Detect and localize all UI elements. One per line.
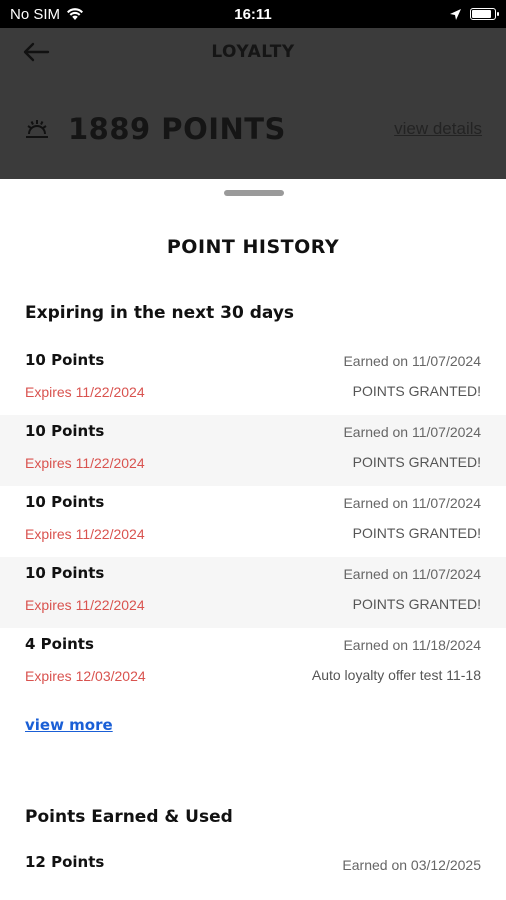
view-more-link[interactable]: view more: [25, 716, 113, 734]
entry-expires-date: Expires 11/22/2024: [25, 526, 145, 542]
entry-earned-date: Earned on 11/18/2024: [343, 637, 481, 653]
loyalty-header: LOYALTY 1889 POINTS view details: [0, 28, 506, 179]
expiring-section-title: Expiring in the next 30 days: [25, 303, 295, 323]
battery-fill: [472, 10, 491, 18]
points-balance: 1889 POINTS: [68, 112, 286, 146]
entry-expires-date: Expires 11/22/2024: [25, 384, 145, 400]
sheet-title: POINT HISTORY: [166, 236, 340, 258]
entry-points: 12 Points: [25, 853, 105, 871]
list-item: 10 Points Earned on 11/07/2024 Expires 1…: [0, 486, 506, 557]
entry-earned-date: Earned on 11/07/2024: [343, 495, 481, 511]
point-history-sheet: POINT HISTORY Expiring in the next 30 da…: [0, 179, 506, 900]
entry-earned-date: Earned on 11/07/2024: [343, 424, 481, 440]
sheet-drag-handle[interactable]: [224, 190, 284, 196]
entry-note: POINTS GRANTED!: [352, 525, 481, 541]
entry-earned-date: Earned on 11/07/2024: [343, 566, 481, 582]
page-title: LOYALTY: [211, 42, 295, 62]
entry-note: Auto loyalty offer test 11-18: [311, 667, 481, 683]
list-item: 10 Points Earned on 11/07/2024 Expires 1…: [0, 344, 506, 415]
list-item: 4 Points Earned on 11/18/2024 Expires 12…: [0, 628, 506, 699]
battery-icon: [470, 8, 499, 20]
entry-expires-date: Expires 12/03/2024: [25, 668, 146, 684]
list-item: 10 Points Earned on 11/07/2024 Expires 1…: [0, 415, 506, 486]
clock: 16:11: [234, 5, 272, 23]
wifi-icon: [67, 8, 84, 20]
list-item: 12 Points Earned on 03/12/2025: [0, 851, 506, 900]
entry-note: POINTS GRANTED!: [352, 383, 481, 399]
carrier-label: No SIM: [10, 5, 61, 23]
status-bar: No SIM 16:11: [0, 0, 506, 28]
entry-points: 4 Points: [25, 635, 94, 653]
entry-points: 10 Points: [25, 422, 105, 440]
earned-used-section-title: Points Earned & Used: [25, 807, 233, 827]
list-item: 10 Points Earned on 11/07/2024 Expires 1…: [0, 557, 506, 628]
entry-earned-date: Earned on 03/12/2025: [342, 857, 481, 873]
entry-earned-date: Earned on 11/07/2024: [343, 353, 481, 369]
entry-expires-date: Expires 11/22/2024: [25, 455, 145, 471]
points-summary: 1889 POINTS view details: [24, 112, 482, 146]
entry-points: 10 Points: [25, 351, 105, 369]
entry-expires-date: Expires 11/22/2024: [25, 597, 145, 613]
view-details-link[interactable]: view details: [394, 119, 482, 139]
expiring-list: 10 Points Earned on 11/07/2024 Expires 1…: [0, 344, 506, 699]
entry-note: POINTS GRANTED!: [352, 454, 481, 470]
entry-points: 10 Points: [25, 493, 105, 511]
sunrise-icon: [26, 120, 48, 138]
entry-note: POINTS GRANTED!: [352, 596, 481, 612]
entry-points: 10 Points: [25, 564, 105, 582]
location-arrow-icon: [450, 8, 461, 20]
